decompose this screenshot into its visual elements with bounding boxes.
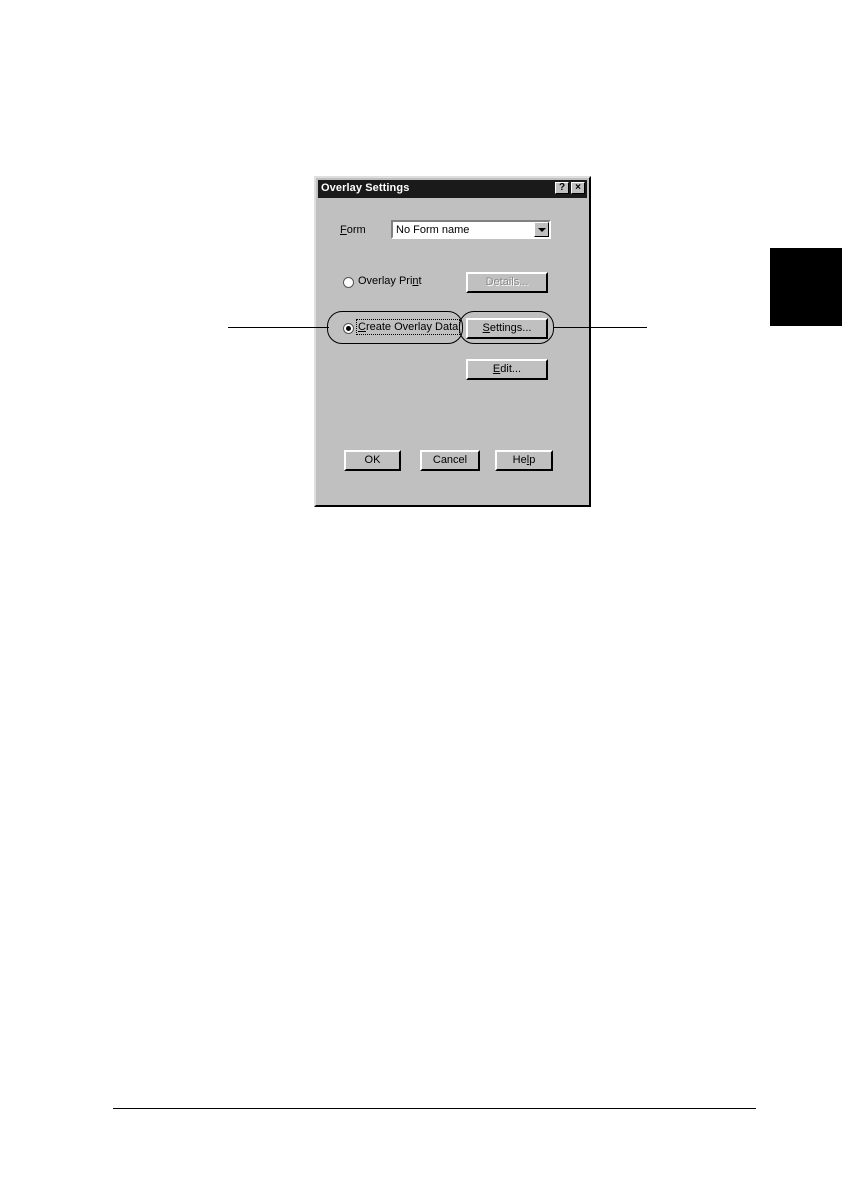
chevron-down-icon[interactable] bbox=[534, 222, 549, 237]
edit-button[interactable]: Edit... bbox=[466, 359, 548, 380]
details-button[interactable]: Details... bbox=[466, 272, 548, 293]
help-button[interactable]: Help bbox=[495, 450, 553, 471]
callout-line-left bbox=[228, 327, 329, 328]
ok-button[interactable]: OK bbox=[344, 450, 401, 471]
form-select-value: No Form name bbox=[396, 224, 470, 236]
form-label: Form bbox=[340, 224, 366, 236]
help-question-icon[interactable]: ? bbox=[555, 182, 569, 194]
cancel-button[interactable]: Cancel bbox=[420, 450, 480, 471]
dialog-titlebar: Overlay Settings ? × bbox=[318, 180, 587, 198]
form-select[interactable]: No Form name bbox=[391, 220, 551, 239]
callout-line-right bbox=[553, 327, 647, 328]
footer-rule bbox=[113, 1108, 756, 1109]
callout-ring-settings bbox=[459, 311, 554, 344]
dialog-title: Overlay Settings bbox=[321, 182, 410, 194]
chapter-tab-marker bbox=[770, 248, 842, 326]
close-icon[interactable]: × bbox=[571, 182, 585, 194]
callout-ring-create-overlay bbox=[327, 311, 463, 344]
overlay-print-label[interactable]: Overlay Print bbox=[358, 275, 422, 287]
overlay-print-radio[interactable] bbox=[343, 277, 354, 288]
